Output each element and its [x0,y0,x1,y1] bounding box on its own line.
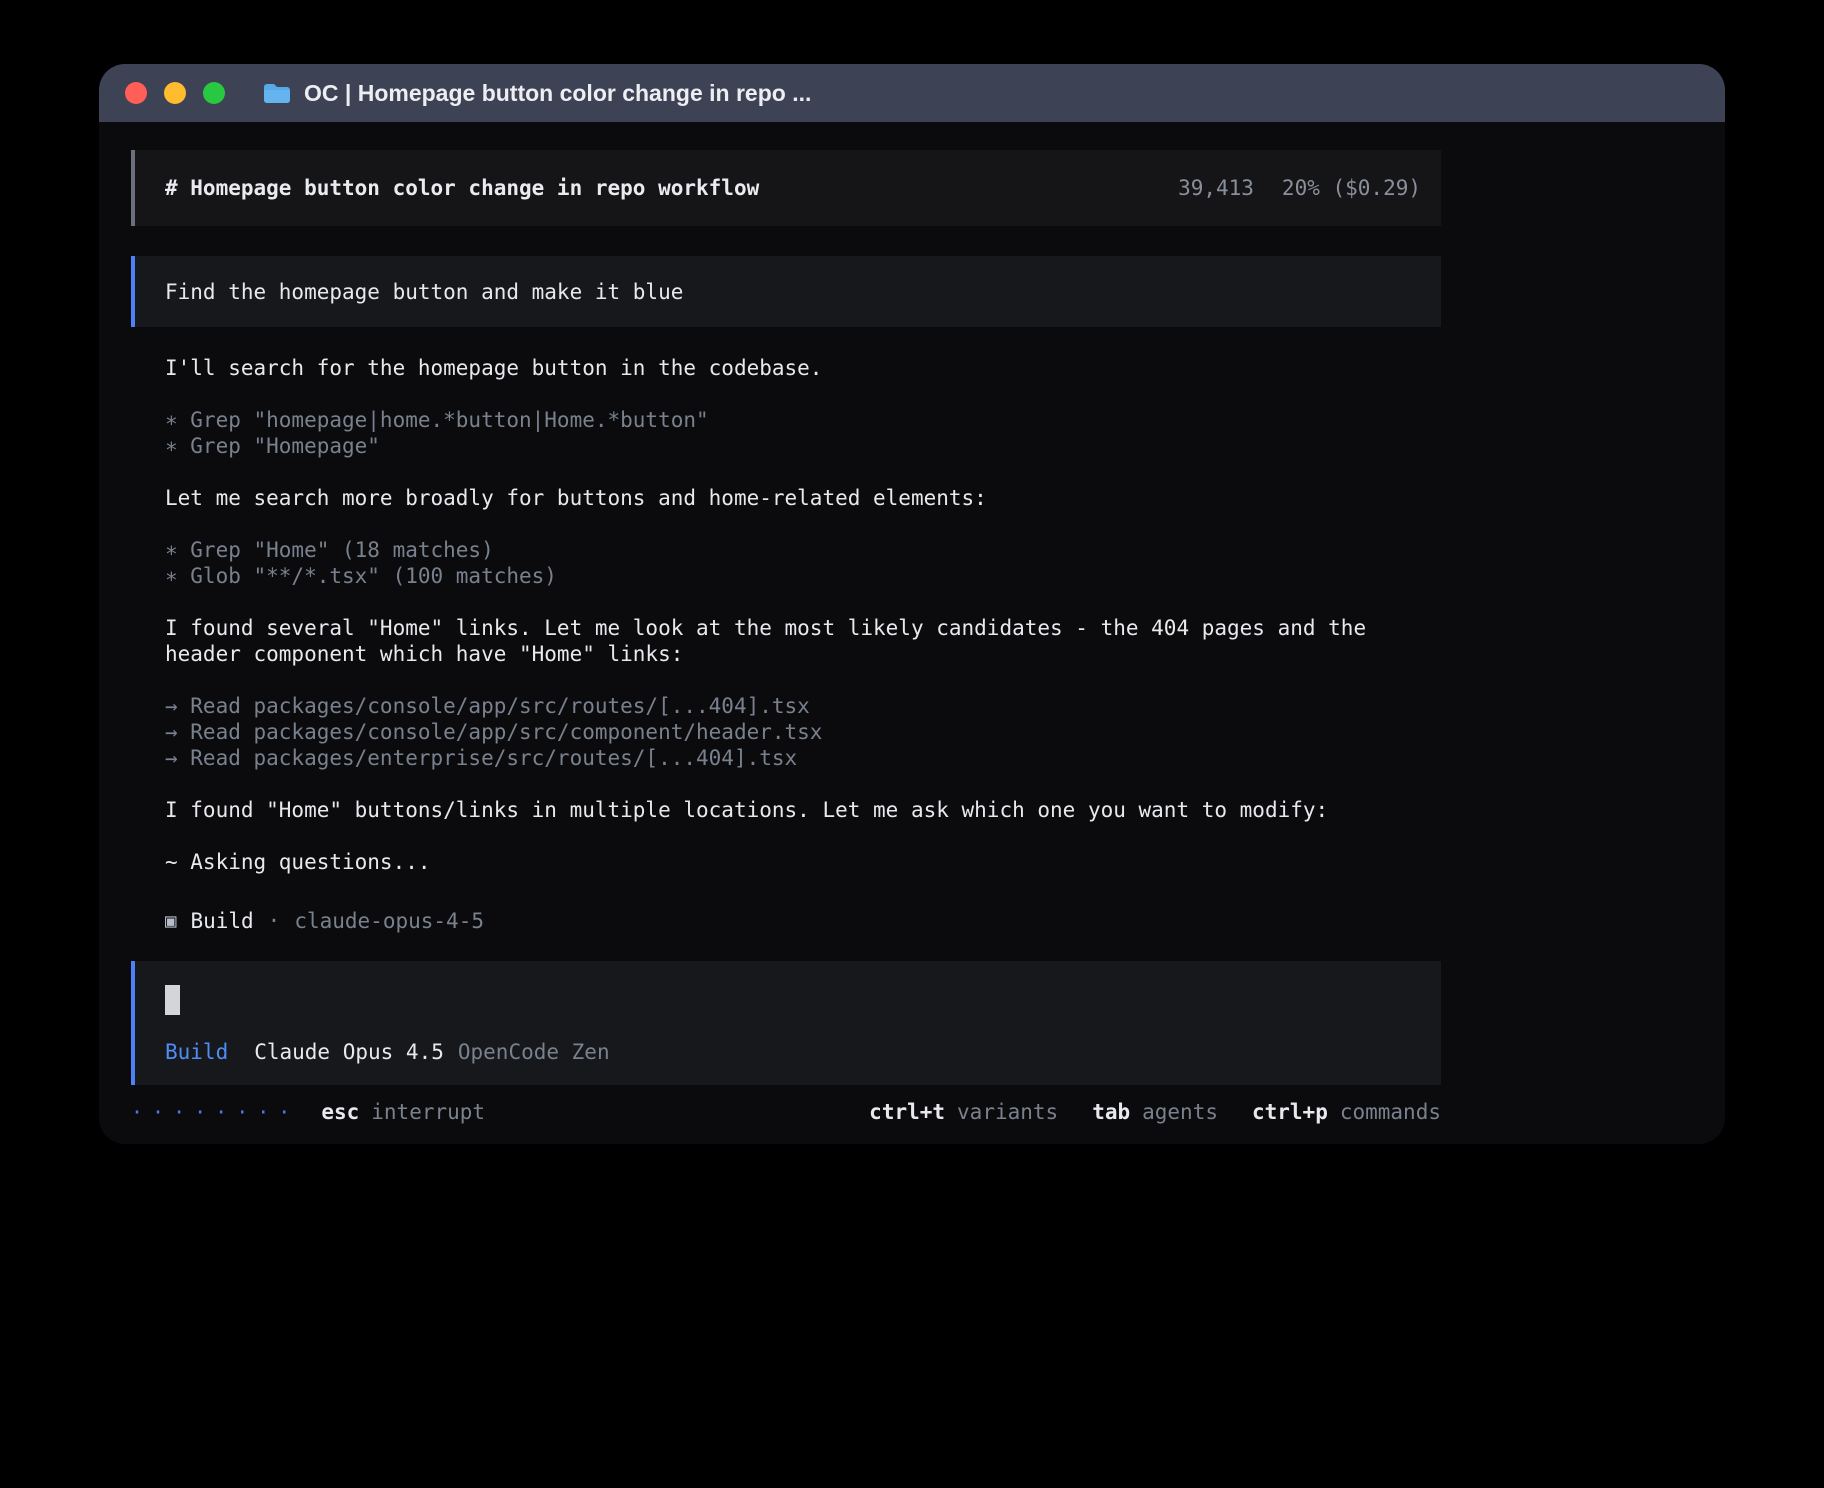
user-message: Find the homepage button and make it blu… [131,256,1441,327]
tool-call-grep: ∗ Grep "Homepage" [165,433,1441,459]
token-count: 39,413 [1178,176,1254,200]
tool-call-group: ∗ Grep "Home" (18 matches) ∗ Glob "**/*.… [131,537,1441,589]
assistant-paragraph: Let me search more broadly for buttons a… [131,485,1441,511]
tool-call-grep: ∗ Grep "homepage|home.*button|Home.*butt… [165,407,1441,433]
esc-key-label: interrupt [371,1099,485,1125]
minimize-window-button[interactable] [164,82,186,104]
shortcut-label: variants [957,1099,1058,1125]
tool-call-read: → Read packages/console/app/src/routes/[… [165,693,1441,719]
agent-name: Build [190,907,253,935]
activity-status-line: ~ Asking questions... [131,849,1441,875]
assistant-transcript: I'll search for the homepage button in t… [131,355,1441,935]
agent-attribution: ▣ Build · claude-opus-4-5 [131,907,1441,935]
window-title-group: OC | Homepage button color change in rep… [263,80,811,107]
tool-call-group: → Read packages/console/app/src/routes/[… [131,693,1441,771]
assistant-paragraph: I found "Home" buttons/links in multiple… [131,797,1441,823]
shortcut-label: commands [1340,1099,1441,1125]
session-stats: 39,413 20% ($0.29) [1178,176,1421,200]
agent-build-icon: ▣ [165,907,176,935]
text-cursor [165,985,180,1015]
status-bar-left: ········ esc interrupt [131,1099,485,1125]
esc-key-hint: esc [321,1099,359,1125]
shortcut-variants: ctrl+t variants [869,1099,1058,1125]
session-title: # Homepage button color change in repo w… [165,176,759,200]
shortcut-agents: tab agents [1092,1099,1218,1125]
tool-call-group: ∗ Grep "homepage|home.*button|Home.*butt… [131,407,1441,459]
prompt-input[interactable]: Build Claude Opus 4.5 OpenCode Zen [131,961,1441,1085]
tool-call-grep: ∗ Grep "Home" (18 matches) [165,537,1441,563]
tool-call-read: → Read packages/console/app/src/componen… [165,719,1441,745]
close-window-button[interactable] [125,82,147,104]
tool-call-glob: ∗ Glob "**/*.tsx" (100 matches) [165,563,1441,589]
window-title: OC | Homepage button color change in rep… [304,80,811,107]
tool-call-read: → Read packages/enterprise/src/routes/[.… [165,745,1441,771]
model-name-label[interactable]: Claude Opus 4.5 [254,1039,444,1065]
terminal-content: # Homepage button color change in repo w… [99,122,1441,1125]
mode-build-label[interactable]: Build [165,1039,228,1065]
assistant-paragraph: I'll search for the homepage button in t… [131,355,1441,381]
input-modeline: Build Claude Opus 4.5 OpenCode Zen [165,1039,1417,1065]
shortcut-key: ctrl+p [1252,1099,1328,1125]
zoom-window-button[interactable] [203,82,225,104]
shortcut-key: ctrl+t [869,1099,945,1125]
window-controls [125,82,225,104]
folder-icon [263,82,291,104]
user-message-text: Find the homepage button and make it blu… [165,280,683,304]
shortcut-commands: ctrl+p commands [1252,1099,1441,1125]
titlebar: OC | Homepage button color change in rep… [99,64,1725,122]
terminal-window: OC | Homepage button color change in rep… [99,64,1725,1144]
status-bar: ········ esc interrupt ctrl+t variants t… [131,1099,1441,1125]
provider-label: OpenCode Zen [458,1039,610,1065]
spinner-dots-icon: ········ [131,1099,299,1125]
assistant-paragraph: I found several "Home" links. Let me loo… [131,615,1441,667]
shortcut-key: tab [1092,1099,1130,1125]
session-header: # Homepage button color change in repo w… [131,150,1441,226]
agent-separator: · [268,907,281,935]
context-usage: 20% ($0.29) [1282,176,1421,200]
status-bar-right: ctrl+t variants tab agents ctrl+p comman… [869,1099,1441,1125]
agent-model: claude-opus-4-5 [294,907,484,935]
shortcut-label: agents [1142,1099,1218,1125]
